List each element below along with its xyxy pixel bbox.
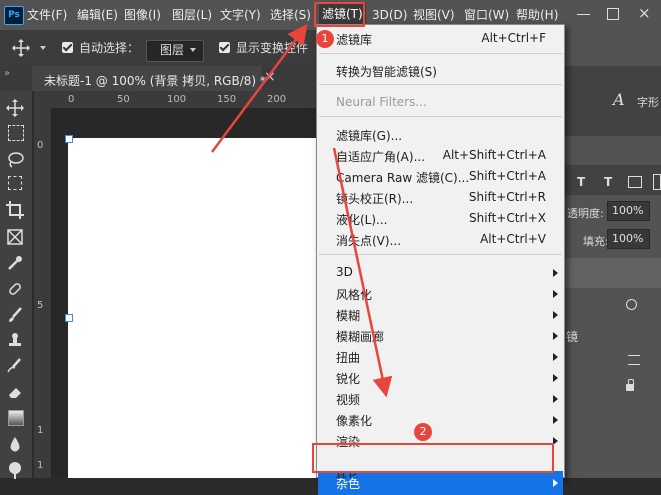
arrow-to-filter-menu bbox=[210, 23, 308, 153]
arrow-to-noise-submenu bbox=[332, 147, 393, 398]
submenu-arrow-icon bbox=[553, 479, 558, 487]
annotation-arrows bbox=[210, 23, 393, 398]
